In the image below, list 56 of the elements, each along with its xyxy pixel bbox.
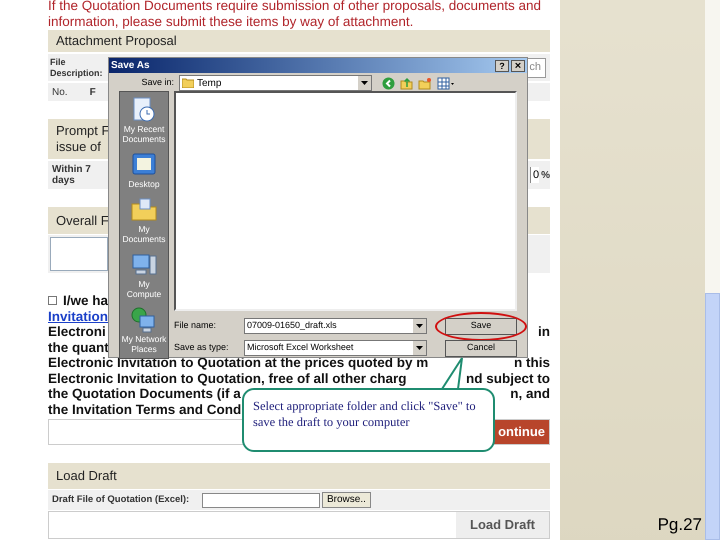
load-draft-button[interactable]: Load Draft <box>456 512 549 538</box>
file-name-field[interactable]: 07009-01650_draft.xls <box>244 318 427 334</box>
cancel-button[interactable]: Cancel <box>445 340 517 356</box>
declaration-text: Electroni <box>48 324 106 340</box>
view-menu-icon[interactable] <box>437 76 455 90</box>
field-value: Microsoft Excel Worksheet <box>246 341 354 354</box>
scrollbar-thumb[interactable] <box>705 293 720 540</box>
close-button[interactable]: × <box>511 60 525 72</box>
new-folder-icon[interactable] <box>418 76 432 90</box>
declaration-text: nd subject to <box>466 370 550 386</box>
file-input[interactable] <box>202 492 320 508</box>
save-in-dropdown[interactable]: Temp <box>179 75 372 91</box>
save-in-value: Temp <box>197 76 222 90</box>
discount-field[interactable]: 0 <box>530 166 540 184</box>
continue-button[interactable]: ontinue <box>494 420 549 444</box>
declaration-text: the Invitation Terms and Cond <box>48 402 242 417</box>
field-label: Save as type: <box>174 341 230 354</box>
place-shortcut[interactable]: My Compute <box>120 279 168 299</box>
callout-text: Select appropriate folder and click "Save" to save the draft to your computer <box>253 398 477 430</box>
declaration-text: in <box>538 324 550 340</box>
browse-button[interactable]: Browse.. <box>322 492 371 508</box>
field-label: Within 7 days <box>52 164 92 186</box>
agree-checkbox[interactable] <box>48 296 57 306</box>
section-title: issue of <box>56 139 102 155</box>
folder-icon <box>182 78 194 88</box>
page-number: Pg.27 <box>658 514 702 536</box>
declaration-text: the Quotation Documents (if a <box>48 386 241 402</box>
section-title: Overall F <box>56 212 109 230</box>
section-title: Attachment Proposal <box>56 32 177 50</box>
declaration-text: I/we ha <box>63 293 108 308</box>
section-title: Load Draft <box>56 467 117 485</box>
declaration-text: the quant <box>48 340 109 355</box>
up-folder-icon[interactable] <box>400 76 413 90</box>
field-label: File Description: <box>50 56 102 78</box>
column-header: F <box>90 86 96 100</box>
declaration-text: Electronic Invitation to Quotation at the prices quoted by m <box>48 355 428 370</box>
help-button[interactable]: ? <box>495 60 509 72</box>
invitation-link[interactable]: Invitation <box>48 308 108 324</box>
save-button[interactable]: Save <box>445 318 517 334</box>
file-type-dropdown[interactable]: Microsoft Excel Worksheet <box>244 340 427 356</box>
remarks-field[interactable] <box>50 237 108 271</box>
place-shortcut[interactable]: My Network Places <box>120 334 168 354</box>
column-header: No. <box>52 86 68 100</box>
field-label: File name: <box>174 319 218 332</box>
save-in-label: Save in: <box>140 76 175 90</box>
field-value: 07009-01650_draft.xls <box>246 319 337 332</box>
place-shortcut[interactable]: Desktop <box>128 179 160 189</box>
attachment-notice: If the Quotation Documents require submission of other proposals, documents and information, please submit these items by way of attachment. <box>48 0 542 30</box>
place-shortcut[interactable]: My Documents <box>120 224 168 244</box>
declaration-text: Electronic Invitation to Quotation, free of all other charg <box>48 370 407 386</box>
declaration-text: n this <box>514 355 550 370</box>
percent-sign: % <box>541 168 550 182</box>
dialog-title: Save As <box>111 59 150 73</box>
place-shortcut[interactable]: My Recent Documents <box>120 124 168 144</box>
field-label: Draft File of Quotation (Excel): <box>52 492 190 507</box>
declaration-text: n, and <box>510 386 550 402</box>
